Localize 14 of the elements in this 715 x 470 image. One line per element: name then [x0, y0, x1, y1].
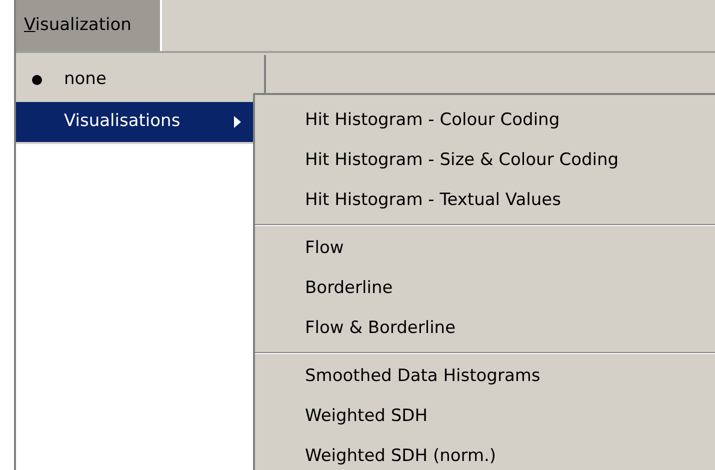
submenu-item[interactable]: Smoothed Data Histograms: [255, 357, 715, 397]
submenu-arrow-icon: [234, 116, 241, 128]
submenu-item[interactable]: Hit Histogram - Textual Values: [255, 181, 715, 221]
submenu-item[interactable]: Weighted SDH (norm.): [255, 437, 715, 470]
menu-item-label: Visualisations: [64, 110, 180, 134]
radio-bullet-icon: [32, 75, 42, 85]
menu-item[interactable]: none: [16, 60, 264, 100]
submenu-item[interactable]: Hit Histogram - Size & Colour Coding: [255, 141, 715, 181]
menu-item-label: none: [64, 68, 106, 92]
submenu-item[interactable]: Flow: [255, 229, 715, 269]
submenu-item[interactable]: Weighted SDH: [255, 397, 715, 437]
menu-title[interactable]: Visualization: [16, 0, 162, 51]
submenu-item[interactable]: Borderline: [255, 269, 715, 309]
submenu-item[interactable]: Flow & Borderline: [255, 309, 715, 349]
